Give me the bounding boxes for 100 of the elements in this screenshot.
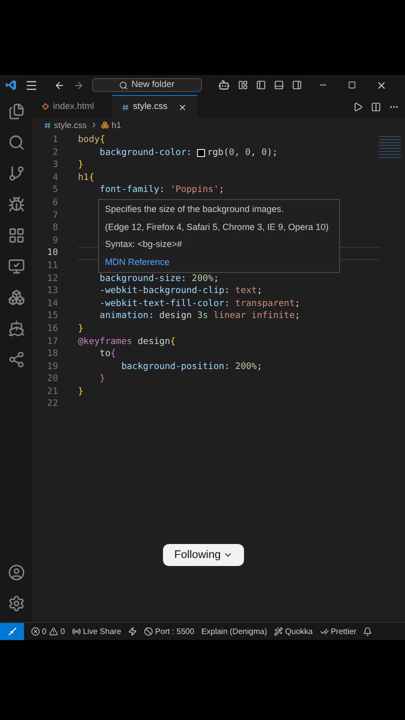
- code-token: ,: [234, 146, 241, 160]
- errors-icon: [31, 627, 40, 636]
- bell-icon: [363, 627, 372, 636]
- tooltip-browsers: (Edge 12, Firefox 4, Safari 5, Chrome 3, IE 9, Opera 10): [105, 220, 330, 234]
- menu-icon[interactable]: [25, 78, 38, 92]
- line-number: 6: [52, 196, 58, 210]
- back-icon[interactable]: [54, 80, 65, 90]
- layout-icon[interactable]: [238, 80, 248, 90]
- line-number: 8: [52, 222, 58, 235]
- settings-icon[interactable]: [8, 595, 24, 612]
- status-item[interactable]: Quokka: [274, 626, 313, 638]
- tooltip-syntax: Syntax: <bg-size>#: [105, 238, 184, 251]
- code-token: 0: [228, 146, 234, 160]
- line-number: 18: [47, 348, 58, 361]
- breadcrumb-file[interactable]: style.css: [54, 118, 87, 132]
- status-item[interactable]: [128, 627, 138, 636]
- code-token: : design: [148, 310, 193, 323]
- maximize-icon[interactable]: [348, 81, 356, 89]
- search-text: New folder: [131, 78, 175, 92]
- line-number: 13: [47, 285, 58, 298]
- blocks-icon[interactable]: [8, 289, 24, 306]
- line-number: 9: [52, 234, 58, 248]
- app-logo-icon: [5, 79, 17, 91]
- hash-icon: [122, 104, 129, 110]
- line-number: 5: [52, 184, 58, 197]
- liveshare-icon: [72, 627, 81, 636]
- code-token: to: [98, 348, 111, 361]
- status-item[interactable]: [363, 627, 372, 636]
- panel-bottom-icon[interactable]: [274, 80, 284, 90]
- code-token: }: [78, 159, 84, 172]
- close-icon[interactable]: [376, 80, 387, 90]
- code-token: rgb(: [207, 146, 229, 160]
- code-token: ,: [250, 146, 258, 160]
- line-number: 21: [47, 386, 58, 398]
- remote-button[interactable]: [0, 623, 24, 640]
- status-item[interactable]: 0: [49, 626, 65, 638]
- status-item[interactable]: Port : 5500: [144, 626, 194, 638]
- code-token: -webkit-text-fill-color: [98, 298, 224, 310]
- account-icon[interactable]: [8, 564, 24, 581]
- line-number: 17: [47, 336, 58, 348]
- code-token: background-position: [120, 360, 224, 374]
- code-token: animation: [98, 310, 148, 323]
- code-token: background-size: [98, 272, 181, 286]
- tooltip-description: Specifies the size of the background images.: [105, 203, 285, 216]
- panel-right-icon[interactable]: [292, 80, 302, 90]
- code-token: h1: [78, 172, 89, 184]
- status-item[interactable]: Live Share: [72, 626, 122, 638]
- line-number: 16: [47, 322, 58, 336]
- breadcrumb-symbol[interactable]: h1: [112, 118, 122, 132]
- code-token: {: [110, 348, 116, 361]
- search-icon[interactable]: [8, 134, 24, 151]
- branch-icon[interactable]: [8, 165, 24, 182]
- files-icon[interactable]: [8, 103, 24, 120]
- code-token: 'Poppins': [170, 184, 219, 197]
- panel-left-icon[interactable]: [256, 80, 266, 90]
- line-number: 20: [47, 373, 58, 386]
- hash-icon: [44, 122, 51, 128]
- check-icon: [320, 627, 329, 636]
- code-token: ;: [294, 310, 300, 323]
- html-icon: [42, 103, 49, 110]
- code-token: }: [78, 322, 84, 336]
- line-number: 2: [52, 146, 58, 160]
- line-number: 12: [47, 272, 58, 286]
- robot-icon[interactable]: [218, 79, 230, 91]
- search-field[interactable]: New folder: [92, 78, 202, 92]
- mdn-link[interactable]: MDN Reference: [105, 256, 333, 269]
- code-token: :: [224, 360, 231, 374]
- code-token: transparent: [235, 298, 295, 310]
- bolt-icon: [128, 627, 138, 636]
- close-tab-icon[interactable]: [178, 102, 187, 112]
- forward-icon[interactable]: [73, 80, 84, 90]
- code-token: 200%: [235, 360, 257, 374]
- code-token: );: [266, 146, 278, 160]
- editor-tab[interactable]: index.html: [32, 95, 112, 118]
- code-token: 0: [245, 146, 251, 160]
- code-token: ;: [256, 285, 262, 298]
- line-number: 1: [52, 134, 58, 147]
- code-token: body: [78, 134, 100, 147]
- code-token: :: [224, 298, 231, 310]
- code-token: {: [170, 336, 176, 348]
- code-token: ;: [218, 184, 224, 197]
- code-token: :: [159, 184, 166, 197]
- code-token: ;: [256, 360, 262, 374]
- remote-icon: [8, 627, 16, 636]
- debug-icon[interactable]: [8, 196, 24, 213]
- status-item[interactable]: Prettier: [320, 626, 356, 638]
- code-token: linear infinite: [212, 310, 295, 323]
- monitor-icon[interactable]: [8, 258, 24, 275]
- warnings-icon: [49, 627, 58, 636]
- line-number: 14: [47, 298, 58, 310]
- split-icon[interactable]: [371, 102, 381, 112]
- status-item[interactable]: 0: [31, 626, 46, 638]
- extensions-icon[interactable]: [8, 227, 24, 244]
- following-button[interactable]: Following: [163, 544, 244, 566]
- status-item[interactable]: Explain (Denigma): [201, 626, 268, 638]
- port-icon: [144, 627, 154, 636]
- editor-tab[interactable]: style.css: [112, 95, 197, 118]
- run-icon[interactable]: [353, 102, 363, 112]
- code-token: }: [98, 373, 106, 386]
- share-icon[interactable]: [8, 351, 24, 368]
